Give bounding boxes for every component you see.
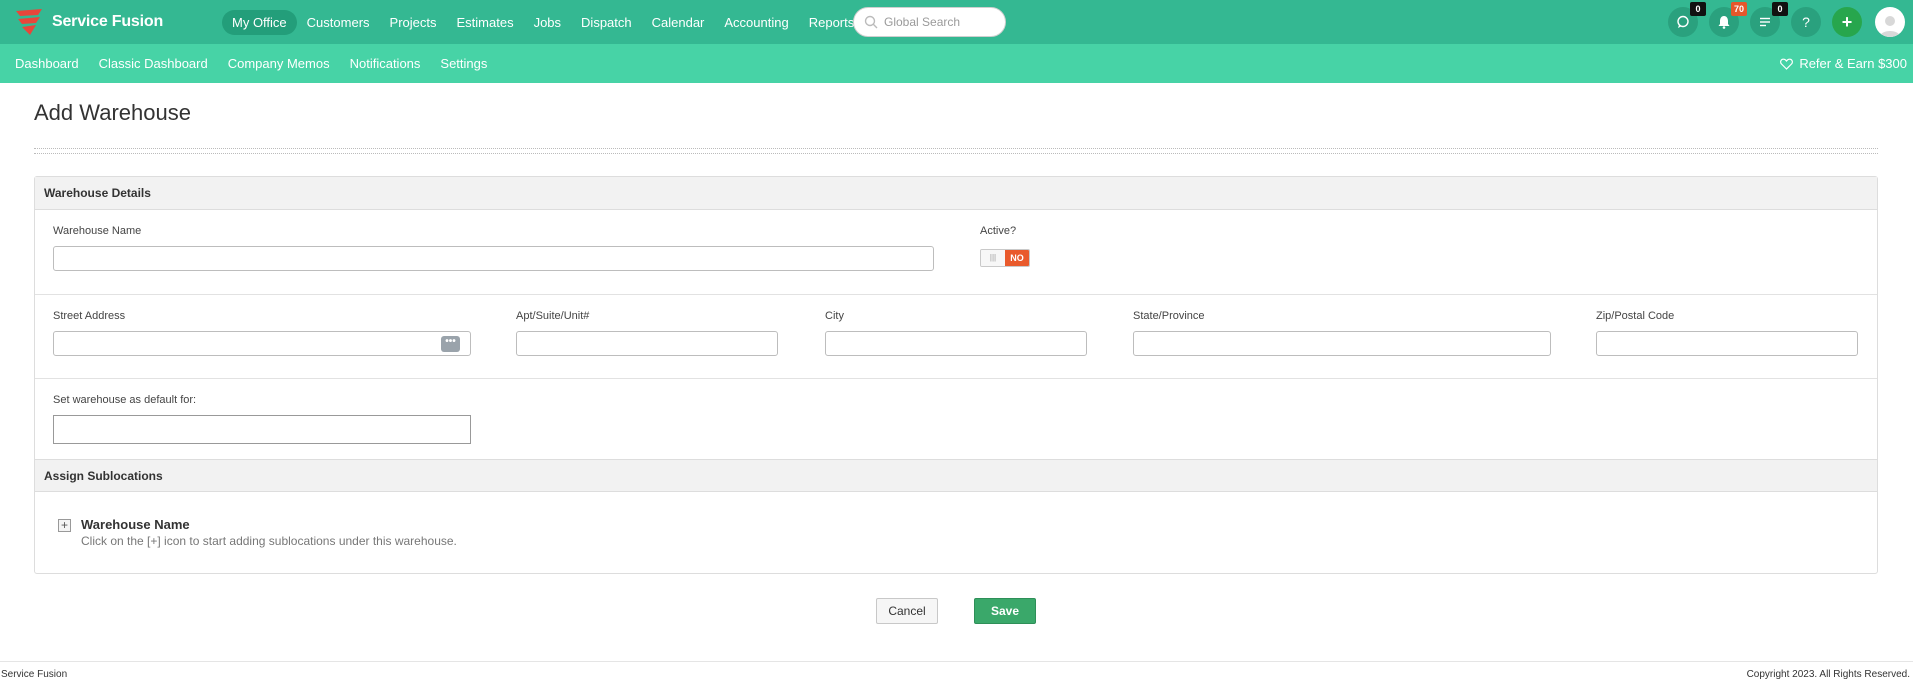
help-icon: ?: [1802, 14, 1810, 30]
chat-button[interactable]: 0: [1668, 2, 1706, 37]
refer-earn-label: Refer & Earn $300: [1799, 56, 1907, 71]
tasks-badge: 0: [1772, 2, 1788, 16]
quick-add-button[interactable]: +: [1832, 7, 1862, 37]
city-label: City: [825, 310, 844, 322]
warehouse-name-label: Warehouse Name: [53, 225, 142, 237]
cancel-button[interactable]: Cancel: [876, 598, 938, 624]
nav-customers[interactable]: Customers: [297, 10, 380, 35]
bell-icon: [1718, 16, 1730, 29]
apt-suite-label: Apt/Suite/Unit#: [516, 310, 590, 322]
street-address-field[interactable]: •••: [53, 331, 471, 356]
chat-badge: 0: [1690, 2, 1706, 16]
plus-icon: +: [1841, 11, 1853, 32]
warehouse-name-row: Warehouse Name Active? ||| NO: [35, 210, 1877, 295]
zip-postal-field[interactable]: [1596, 331, 1858, 356]
warehouse-form-panel: Warehouse Details Warehouse Name Active?…: [34, 176, 1878, 574]
city-field[interactable]: [825, 331, 1087, 356]
refer-earn-link[interactable]: Refer & Earn $300: [1780, 44, 1907, 83]
state-province-field[interactable]: [1133, 331, 1551, 356]
address-lookup-icon[interactable]: •••: [441, 336, 460, 352]
main-nav: My Office Customers Projects Estimates J…: [222, 9, 864, 35]
app-name: Service Fusion: [52, 13, 164, 30]
warehouse-name-field[interactable]: [53, 246, 934, 271]
notifications-button[interactable]: 70: [1709, 2, 1747, 37]
save-button[interactable]: Save: [974, 598, 1036, 624]
active-label: Active?: [980, 225, 1017, 237]
assign-sublocations-heading: Assign Sublocations: [35, 460, 1877, 492]
subnav-notifications[interactable]: Notifications: [340, 56, 431, 71]
default-for-field[interactable]: [53, 415, 471, 444]
default-warehouse-row: Set warehouse as default for:: [35, 379, 1877, 460]
help-button[interactable]: ?: [1791, 7, 1821, 37]
footer: Service Fusion Copyright 2023. All Right…: [0, 661, 1913, 689]
nav-my-office[interactable]: My Office: [222, 9, 297, 35]
footer-brand: Service Fusion: [1, 669, 68, 680]
active-toggle-value: NO: [1005, 250, 1029, 266]
subnav-classic-dashboard[interactable]: Classic Dashboard: [89, 56, 218, 71]
top-navigation-bar: Service Fusion My Office Customers Proje…: [0, 0, 1913, 44]
subnav-company-memos[interactable]: Company Memos: [218, 56, 340, 71]
tasks-button[interactable]: 0: [1750, 2, 1788, 37]
nav-calendar[interactable]: Calendar: [642, 10, 715, 35]
top-icons: 0 70 0 ? +: [1668, 0, 1913, 44]
search-icon: [864, 15, 878, 29]
footer-copyright: Copyright 2023. All Rights Reserved.: [1746, 669, 1910, 680]
state-province-label: State/Province: [1133, 310, 1205, 322]
sub-navigation-bar: Dashboard Classic Dashboard Company Memo…: [0, 44, 1913, 83]
apt-suite-field[interactable]: [516, 331, 778, 356]
subnav-settings[interactable]: Settings: [430, 56, 497, 71]
sublocation-hint: Click on the [+] icon to start adding su…: [81, 534, 457, 548]
global-search[interactable]: [853, 7, 1006, 37]
user-icon: [1880, 16, 1900, 37]
sublocation-root-title: Warehouse Name: [81, 517, 190, 532]
add-sublocation-icon[interactable]: +: [58, 519, 71, 532]
subnav-dashboard[interactable]: Dashboard: [0, 56, 89, 71]
list-icon: [1760, 17, 1770, 27]
nav-dispatch[interactable]: Dispatch: [571, 10, 642, 35]
nav-estimates[interactable]: Estimates: [447, 10, 524, 35]
active-toggle[interactable]: ||| NO: [980, 249, 1030, 267]
nav-accounting[interactable]: Accounting: [714, 10, 798, 35]
global-search-input[interactable]: [884, 15, 999, 29]
street-address-label: Street Address: [53, 310, 126, 322]
heart-icon: [1780, 58, 1794, 70]
zip-postal-label: Zip/Postal Code: [1596, 310, 1675, 322]
address-row: Street Address ••• Apt/Suite/Unit# City …: [35, 295, 1877, 379]
chat-icon: [1677, 15, 1689, 28]
sublocations-tree: + Warehouse Name Click on the [+] icon t…: [35, 492, 1877, 572]
toggle-knob-icon: |||: [981, 250, 1005, 266]
user-avatar[interactable]: [1875, 7, 1905, 37]
title-divider: [34, 148, 1878, 154]
default-for-label: Set warehouse as default for:: [53, 394, 197, 406]
service-fusion-logo-icon: [16, 9, 42, 35]
warehouse-details-heading: Warehouse Details: [35, 177, 1877, 210]
sublocation-root: + Warehouse Name Click on the [+] icon t…: [58, 517, 457, 548]
app-logo[interactable]: Service Fusion: [12, 7, 212, 37]
page-title: Add Warehouse: [34, 100, 191, 125]
nav-jobs[interactable]: Jobs: [524, 10, 571, 35]
notifications-badge: 70: [1730, 2, 1747, 16]
nav-projects[interactable]: Projects: [380, 10, 447, 35]
